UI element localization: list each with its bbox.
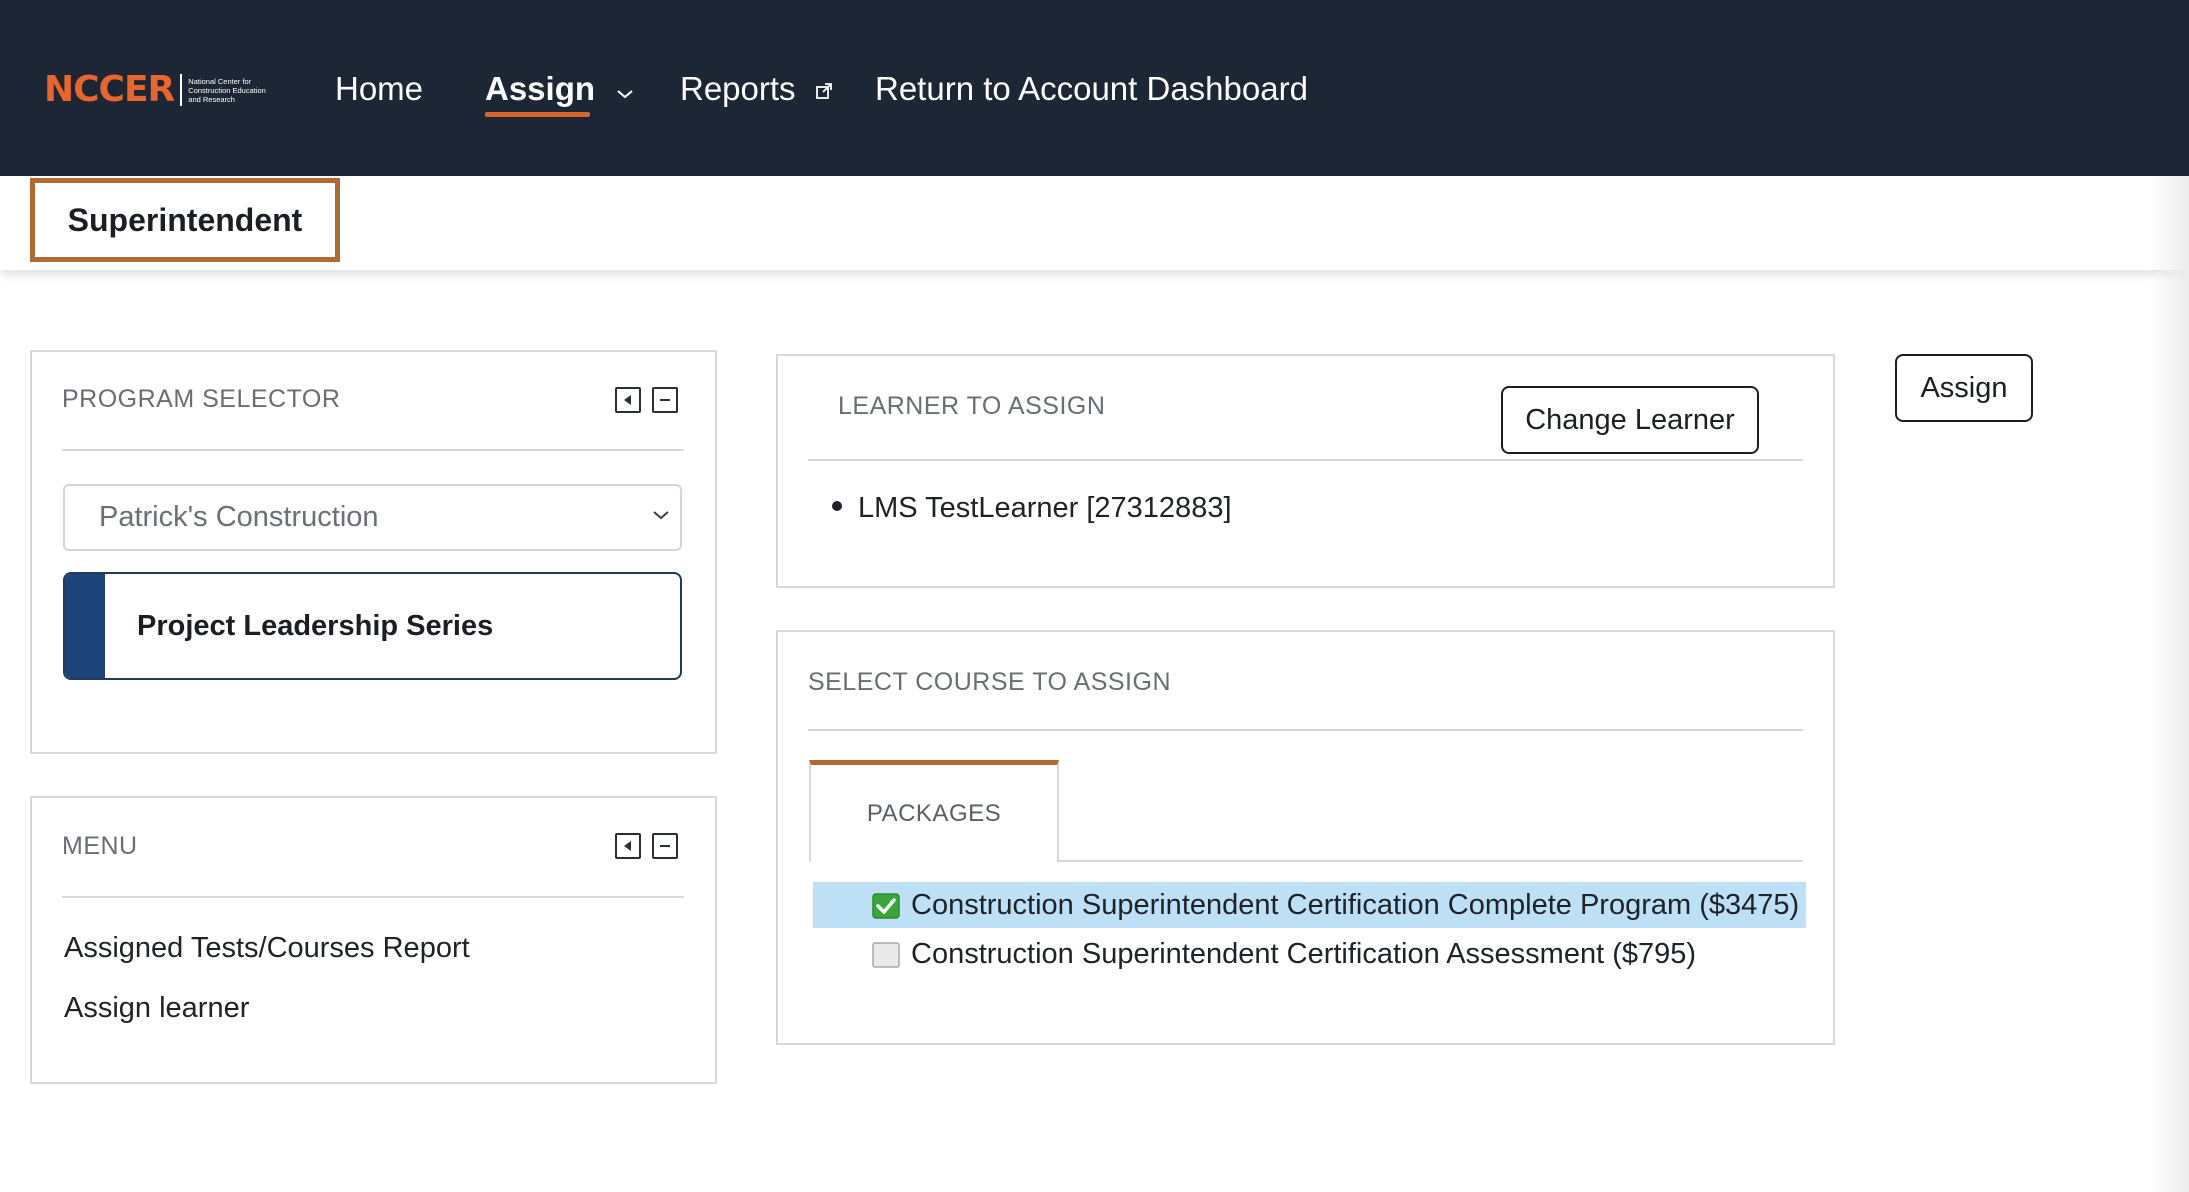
- selected-learner: LMS TestLearner [27312883]: [832, 492, 1232, 525]
- nav-assign[interactable]: Assign: [485, 66, 634, 112]
- package-row[interactable]: Construction Superintendent Certificatio…: [813, 882, 1806, 928]
- logo-tagline-line: Construction Education: [188, 85, 266, 95]
- checkbox-unchecked-icon[interactable]: [872, 942, 900, 968]
- nav-reports[interactable]: Reports: [680, 66, 833, 112]
- menu-item-assign-learner[interactable]: Assign learner: [64, 992, 249, 1025]
- nav-reports-label: Reports: [680, 70, 796, 107]
- logo-wordmark: NCCER: [44, 69, 175, 110]
- panel-divider: [808, 459, 1803, 461]
- nav-return-dashboard[interactable]: Return to Account Dashboard: [875, 66, 1308, 112]
- learner-panel-title: LEARNER TO ASSIGN: [838, 392, 1106, 420]
- logo-tagline: National Center for Construction Educati…: [188, 77, 278, 104]
- top-navigation-bar: NCCER National Center for Construction E…: [0, 0, 2189, 176]
- caret-left-icon[interactable]: [615, 833, 641, 859]
- package-label: Construction Superintendent Certificatio…: [911, 938, 1697, 970]
- assign-button[interactable]: Assign: [1895, 354, 2033, 422]
- logo-tagline-line: National Center for: [188, 76, 252, 86]
- package-row[interactable]: Construction Superintendent Certificatio…: [813, 931, 1806, 977]
- menu-title: MENU: [62, 832, 138, 860]
- nav-active-indicator: [485, 112, 590, 117]
- logo-divider: [180, 74, 183, 106]
- program-card-accent: [65, 574, 105, 678]
- change-learner-button[interactable]: Change Learner: [1501, 386, 1759, 454]
- tab-superintendent[interactable]: Superintendent: [30, 178, 340, 262]
- course-panel-title: SELECT COURSE TO ASSIGN: [808, 668, 1172, 696]
- external-link-icon: [815, 66, 833, 112]
- assign-button-label: Assign: [1920, 371, 2008, 404]
- checkbox-checked-icon[interactable]: [872, 893, 900, 919]
- tab-packages-label: PACKAGES: [866, 799, 1002, 827]
- selected-learner-name: LMS TestLearner [27312883]: [858, 492, 1232, 524]
- page-edge-shadow: [2150, 176, 2189, 1192]
- program-card-project-leadership[interactable]: Project Leadership Series: [63, 572, 682, 680]
- package-label: Construction Superintendent Certificatio…: [911, 889, 1800, 921]
- logo-tagline-line: and Research: [188, 94, 235, 104]
- nav-assign-label: Assign: [485, 70, 596, 107]
- nav-home-label: Home: [335, 70, 424, 107]
- minus-icon[interactable]: [652, 387, 678, 413]
- program-card-label: Project Leadership Series: [137, 610, 494, 642]
- bullet-icon: [832, 501, 842, 512]
- panel-divider: [62, 449, 684, 451]
- tab-superintendent-label: Superintendent: [67, 201, 303, 238]
- company-select[interactable]: Patrick's Construction: [63, 484, 682, 551]
- nav-home[interactable]: Home: [335, 66, 423, 112]
- company-select-value: Patrick's Construction: [99, 501, 379, 533]
- change-learner-button-label: Change Learner: [1525, 403, 1735, 436]
- nav-return-dashboard-label: Return to Account Dashboard: [875, 70, 1308, 107]
- chevron-down-icon: [616, 66, 634, 112]
- chevron-down-icon: [652, 508, 670, 526]
- tab-baseline: [1059, 860, 1803, 862]
- menu-item-assigned-report[interactable]: Assigned Tests/Courses Report: [64, 932, 470, 965]
- program-selector-title: PROGRAM SELECTOR: [62, 385, 341, 413]
- nccer-logo[interactable]: NCCER National Center for Construction E…: [44, 70, 278, 110]
- caret-left-icon[interactable]: [615, 387, 641, 413]
- panel-divider: [808, 729, 1803, 731]
- tab-packages[interactable]: PACKAGES: [809, 760, 1059, 862]
- panel-divider: [62, 896, 684, 898]
- minus-icon[interactable]: [652, 833, 678, 859]
